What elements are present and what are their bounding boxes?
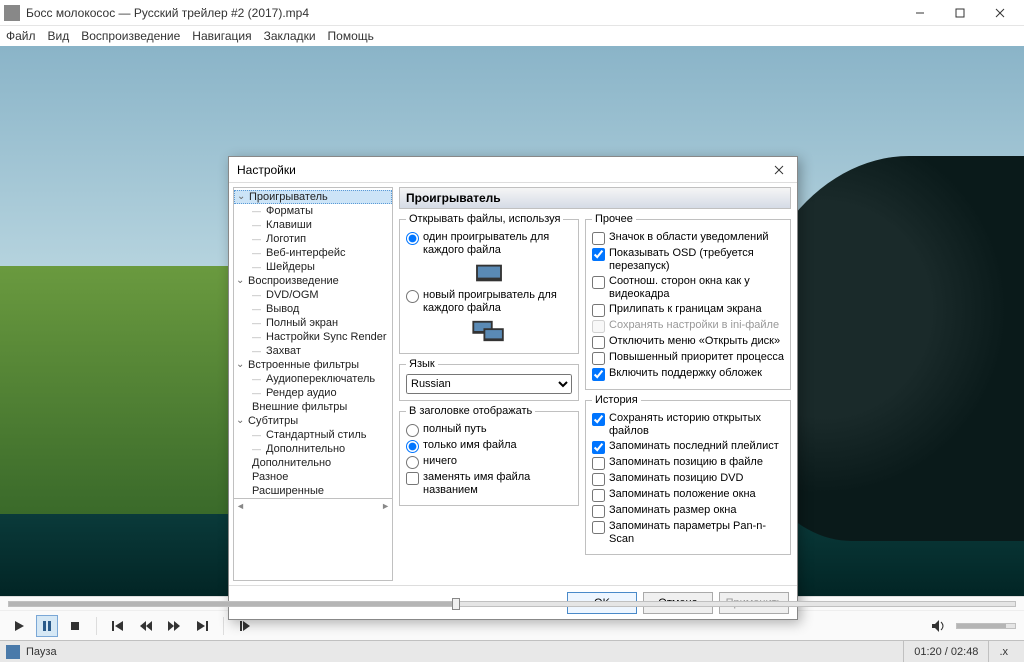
checkbox-option[interactable]: Отключить меню «Открыть диск» <box>592 335 784 349</box>
dialog-close-button[interactable] <box>769 160 789 180</box>
tree-item[interactable]: Захват <box>234 344 392 358</box>
dialog-titlebar: Настройки <box>229 157 797 183</box>
checkbox-option[interactable]: Запоминать позицию DVD <box>592 472 784 486</box>
tree-item[interactable]: Внешние фильтры <box>234 400 392 414</box>
single-window-icon <box>470 261 508 285</box>
tree-item[interactable]: Стандартный стиль <box>234 428 392 442</box>
checkbox-option[interactable]: Прилипать к границам экрана <box>592 303 784 317</box>
tree-item[interactable]: Расширенные <box>234 484 392 498</box>
tree-item[interactable]: Вывод <box>234 302 392 316</box>
menu-file[interactable]: Файл <box>6 29 36 43</box>
volume-icon[interactable] <box>928 615 950 637</box>
pause-button[interactable] <box>36 615 58 637</box>
tree-item[interactable]: DVD/OGM <box>234 288 392 302</box>
radio-full-path[interactable]: полный путь <box>406 423 572 437</box>
tree-item[interactable]: Аудиопереключатель <box>234 372 392 386</box>
tree-item[interactable]: Разное <box>234 470 392 484</box>
menu-nav[interactable]: Навигация <box>192 29 251 43</box>
checkbox-option[interactable]: Запоминать размер окна <box>592 504 784 518</box>
tree-item[interactable]: Клавиши <box>234 218 392 232</box>
settings-dialog: Настройки ПроигрывательФорматыКлавишиЛог… <box>228 156 798 620</box>
tree-scrollbar[interactable]: ◄► <box>234 498 392 512</box>
dialog-title: Настройки <box>237 163 769 177</box>
multi-window-icon <box>470 319 508 343</box>
status-icon <box>6 645 20 659</box>
menu-bar: Файл Вид Воспроизведение Навигация Закла… <box>0 26 1024 46</box>
checkbox-option[interactable]: Соотнош. сторон окна как у видеокадра <box>592 275 784 301</box>
app-icon <box>4 5 20 21</box>
language-select[interactable]: Russian <box>406 374 572 394</box>
checkbox-option[interactable]: Запоминать параметры Pan-n-Scan <box>592 520 784 546</box>
language-group: Язык Russian <box>399 358 579 401</box>
volume-slider[interactable] <box>956 623 1016 629</box>
radio-single-player[interactable]: один проигрыватель для каждого файла <box>406 231 572 257</box>
tree-item[interactable]: Субтитры <box>234 414 392 428</box>
settings-page-title: Проигрыватель <box>399 187 791 209</box>
status-bar: Пауза 01:20 / 02:48 .x <box>0 640 1024 662</box>
radio-filename-only[interactable]: только имя файла <box>406 439 572 453</box>
seek-thumb[interactable] <box>452 598 460 610</box>
checkbox-option[interactable]: Повышенный приоритет процесса <box>592 351 784 365</box>
open-files-group: Открывать файлы, используя один проигрыв… <box>399 213 579 354</box>
rewind-button[interactable] <box>135 615 157 637</box>
prev-button[interactable] <box>107 615 129 637</box>
radio-nothing[interactable]: ничего <box>406 455 572 469</box>
check-replace-title[interactable]: заменять имя файла названием <box>406 471 572 497</box>
checkbox-option[interactable]: Включить поддержку обложек <box>592 367 784 381</box>
menu-view[interactable]: Вид <box>48 29 70 43</box>
window-title: Босс молокосос — Русский трейлер #2 (201… <box>26 6 900 20</box>
minimize-button[interactable] <box>900 0 940 26</box>
checkbox-option[interactable]: Показывать OSD (требуется перезапуск) <box>592 247 784 273</box>
other-group: Прочее Значок в области уведомленийПоказ… <box>585 213 791 390</box>
window-titlebar: Босс молокосос — Русский трейлер #2 (201… <box>0 0 1024 26</box>
checkbox-option[interactable]: Значок в области уведомлений <box>592 231 784 245</box>
tree-item[interactable]: Рендер аудио <box>234 386 392 400</box>
tree-item[interactable]: Настройки Sync Render <box>234 330 392 344</box>
checkbox-option[interactable]: Запоминать последний плейлист <box>592 440 784 454</box>
next-button[interactable] <box>191 615 213 637</box>
close-button[interactable] <box>980 0 1020 26</box>
tree-item[interactable]: Логотип <box>234 232 392 246</box>
tree-item[interactable]: Веб-интерфейс <box>234 246 392 260</box>
forward-button[interactable] <box>163 615 185 637</box>
status-text: Пауза <box>26 646 57 658</box>
tree-item[interactable]: Встроенные фильтры <box>234 358 392 372</box>
checkbox-option[interactable]: Запоминать позицию в файле <box>592 456 784 470</box>
tree-item[interactable]: Дополнительно <box>234 456 392 470</box>
status-ext: .x <box>988 641 1018 662</box>
checkbox-option[interactable]: Сохранять историю открытых файлов <box>592 412 784 438</box>
status-time: 01:20 / 02:48 <box>903 641 988 662</box>
menu-play[interactable]: Воспроизведение <box>81 29 180 43</box>
title-display-group: В заголовке отображать полный путь тольк… <box>399 405 579 506</box>
tree-item[interactable]: Форматы <box>234 204 392 218</box>
settings-tree[interactable]: ПроигрывательФорматыКлавишиЛоготипВеб-ин… <box>233 187 393 581</box>
checkbox-option[interactable]: Запоминать положение окна <box>592 488 784 502</box>
tree-item[interactable]: Шейдеры <box>234 260 392 274</box>
maximize-button[interactable] <box>940 0 980 26</box>
tree-item[interactable]: Воспроизведение <box>234 274 392 288</box>
play-button[interactable] <box>8 615 30 637</box>
menu-help[interactable]: Помощь <box>328 29 374 43</box>
tree-item[interactable]: Проигрыватель <box>234 190 392 204</box>
history-group: История Сохранять историю открытых файло… <box>585 394 791 555</box>
menu-bookmarks[interactable]: Закладки <box>264 29 316 43</box>
video-area[interactable]: BOXPROGRAMS.RU Настройки ПроигрывательФо… <box>0 46 1024 596</box>
radio-new-player[interactable]: новый проигрыватель для каждого файла <box>406 289 572 315</box>
tree-item[interactable]: Полный экран <box>234 316 392 330</box>
checkbox-option: Сохранять настройки в ini-файле <box>592 319 784 333</box>
stop-button[interactable] <box>64 615 86 637</box>
tree-item[interactable]: Дополнительно <box>234 442 392 456</box>
